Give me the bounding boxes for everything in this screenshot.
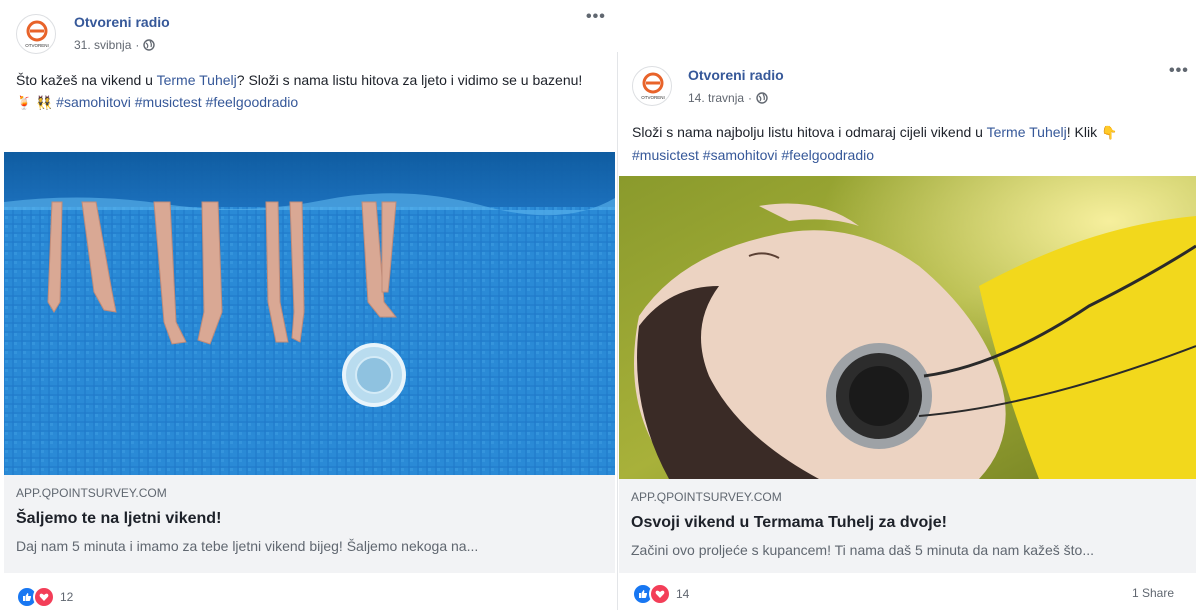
post-text-part: ! Klik — [1066, 124, 1101, 140]
page-name-link[interactable]: Otvoreni radio — [74, 14, 170, 30]
post-message: Složi s nama najbolju listu hitova i odm… — [632, 121, 1177, 166]
shares-count[interactable]: 1 Share — [1132, 586, 1174, 600]
pointing-down-emoji-icon: 👇 — [1100, 125, 1118, 140]
post-meta: 31. svibnja · — [74, 38, 156, 52]
post-text-part: Što kažeš na vikend u — [16, 72, 157, 88]
link-description: Začini ovo proljeće s kupancem! Ti nama … — [631, 542, 1095, 558]
post-text-part: Složi s nama najbolju listu hitova i odm… — [632, 124, 987, 140]
page-name-link[interactable]: Otvoreni radio — [688, 67, 784, 83]
link-preview[interactable]: APP.QPOINTSURVEY.COM Šaljemo te na ljetn… — [4, 475, 615, 573]
svg-text:OTVORENI: OTVORENI — [25, 43, 49, 48]
post-date[interactable]: 14. travnja — [688, 91, 744, 105]
reactions-count: 14 — [676, 587, 690, 601]
terme-tuhelj-link[interactable]: Terme Tuhelj — [157, 72, 237, 88]
terme-tuhelj-link[interactable]: Terme Tuhelj — [987, 124, 1067, 140]
page-avatar[interactable]: OTVORENI — [16, 14, 56, 54]
post-card: OTVORENI Otvoreni radio 14. travnja · ••… — [617, 52, 1196, 610]
separator-dot: · — [135, 38, 140, 52]
reactions-summary[interactable]: 12 — [16, 586, 73, 608]
globe-icon — [756, 92, 768, 104]
pool-image[interactable] — [4, 152, 615, 475]
otvoreni-logo-icon: OTVORENI — [641, 72, 665, 100]
headphones-girl-image[interactable] — [619, 176, 1196, 479]
globe-icon — [143, 39, 156, 51]
separator-dot: · — [748, 91, 753, 105]
link-title[interactable]: Osvoji vikend u Termama Tuhelj za dvoje! — [631, 512, 1184, 534]
page-avatar[interactable]: OTVORENI — [632, 66, 672, 106]
post-meta: 14. travnja · — [688, 91, 768, 105]
dancers-emoji-icon: 👯 — [36, 95, 53, 110]
cocktail-emoji-icon: 🍹 — [16, 95, 33, 110]
otvoreni-logo-icon: OTVORENI — [25, 20, 49, 48]
more-options-icon[interactable]: ••• — [1169, 62, 1189, 80]
more-options-icon[interactable]: ••• — [586, 8, 606, 26]
love-reaction-icon — [649, 583, 671, 605]
love-reaction-icon — [33, 586, 55, 608]
link-preview[interactable]: APP.QPOINTSURVEY.COM Osvoji vikend u Ter… — [619, 479, 1196, 573]
link-title[interactable]: Šaljemo te na ljetni vikend! — [16, 508, 603, 530]
hashtags[interactable]: #samohitovi #musictest #feelgoodradio — [56, 94, 298, 110]
post-date[interactable]: 31. svibnja — [74, 38, 131, 52]
link-domain: APP.QPOINTSURVEY.COM — [16, 486, 167, 500]
post-text-part: ? Složi s nama listu hitova za ljeto i v… — [236, 72, 583, 88]
hashtags[interactable]: #musictest #samohitovi #feelgoodradio — [632, 147, 874, 163]
link-description: Daj nam 5 minuta i imamo za tebe ljetni … — [16, 538, 479, 554]
post-card: OTVORENI Otvoreni radio 31. svibnja · ••… — [0, 0, 617, 610]
link-domain: APP.QPOINTSURVEY.COM — [631, 490, 782, 504]
post-message: Što kažeš na vikend u Terme Tuhelj? Slož… — [16, 69, 596, 114]
reactions-count: 12 — [60, 590, 74, 604]
svg-text:OTVORENI: OTVORENI — [641, 95, 665, 100]
reactions-summary[interactable]: 14 — [632, 583, 689, 605]
